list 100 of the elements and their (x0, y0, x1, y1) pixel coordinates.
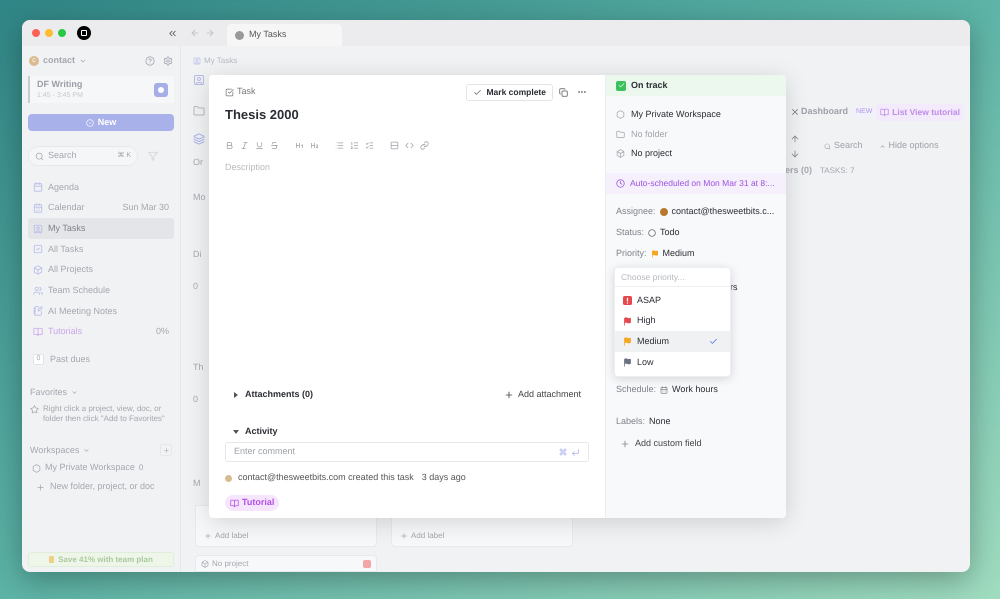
schedule-banner[interactable]: Auto-scheduled on Mon Mar 31 at 8:... (606, 172, 786, 194)
task-title[interactable]: Thesis 2000 (225, 107, 589, 123)
nav-item[interactable]: All Projects (28, 260, 174, 280)
priority-option[interactable]: High (615, 310, 730, 332)
zoom-window-button[interactable] (58, 29, 66, 37)
heading-two-icon[interactable] (310, 141, 319, 150)
close-window-button[interactable] (32, 29, 40, 37)
comment-field[interactable]: Enter comment (225, 442, 589, 462)
enter-icon (571, 448, 580, 456)
italic-icon[interactable] (240, 141, 249, 150)
field-value[interactable]: Todo (660, 226, 680, 240)
add-attachment-button[interactable]: Add attachment (504, 388, 581, 402)
breadcrumb[interactable]: My Tasks (204, 55, 238, 67)
past-dues-link[interactable]: Past dues (50, 352, 90, 366)
field-value[interactable]: Medium (662, 247, 695, 261)
code-icon[interactable] (405, 141, 414, 150)
workspace-count: 0 (138, 462, 144, 474)
arrow-down-icon[interactable] (790, 148, 800, 158)
collapse-sidebar-icon[interactable] (167, 28, 178, 38)
search-button[interactable]: Search (824, 139, 863, 153)
caret-icon[interactable] (233, 392, 239, 398)
comment-input[interactable]: Enter comment (234, 445, 559, 459)
minimize-window-button[interactable] (45, 29, 53, 37)
attachments-heading[interactable]: Attachments (0) (245, 388, 314, 402)
new-button[interactable]: New (28, 114, 174, 131)
filters-button[interactable]: ers (0) (785, 164, 812, 178)
copy-icon[interactable] (559, 88, 568, 96)
link-icon[interactable] (420, 141, 429, 150)
back-icon[interactable] (190, 28, 200, 38)
caret-icon (878, 142, 886, 150)
check-icon (473, 88, 482, 96)
strikethrough-icon[interactable] (270, 141, 279, 150)
status-banner[interactable]: On track (606, 75, 786, 96)
bold-icon[interactable] (225, 141, 234, 150)
task-card[interactable]: No project (195, 555, 377, 572)
settings-icon[interactable] (163, 56, 173, 66)
caret-icon[interactable] (233, 429, 239, 435)
promo-banner[interactable]: Save 41% with team plan (28, 552, 174, 567)
priority-option[interactable]: Low (615, 352, 730, 373)
field-value[interactable]: contact@thesweetbits.c... (672, 205, 774, 219)
priority-option[interactable]: ASAP (615, 290, 730, 311)
section-title[interactable]: Favorites (30, 386, 68, 400)
numbered-list-icon[interactable] (350, 141, 359, 150)
description-field[interactable]: Description (225, 159, 589, 175)
task-type-label: Task (237, 85, 256, 98)
plus-icon (162, 446, 170, 454)
nav-item[interactable]: Tutorials 0% (28, 322, 174, 342)
arrow-up-icon[interactable] (790, 134, 800, 144)
filter-icon[interactable] (148, 151, 158, 161)
field-label: Priority: (616, 247, 647, 260)
help-icon[interactable] (145, 56, 155, 66)
add-field-button[interactable]: Add custom field (606, 434, 786, 454)
close-icon[interactable] (790, 107, 800, 117)
text-fragment: 0 (193, 280, 200, 293)
hide-options-button[interactable]: Hide options (878, 139, 939, 153)
priority-search-field[interactable]: Choose priority... (615, 268, 730, 287)
heading-one-icon[interactable] (295, 141, 304, 150)
text-fragment: M (193, 477, 202, 490)
checklist-icon[interactable] (365, 141, 374, 150)
activity-heading[interactable]: Activity (245, 425, 278, 439)
add-label-button[interactable]: Add label (400, 530, 444, 542)
nav-item[interactable]: Agenda (28, 177, 174, 198)
location-item[interactable]: No folder (606, 124, 786, 144)
nav-item[interactable]: All Tasks (28, 239, 174, 260)
card-project: No project (212, 558, 248, 570)
section-title[interactable]: Workspaces (30, 444, 80, 457)
cube-icon (616, 149, 625, 158)
new-item-link[interactable]: New folder, project, or doc (28, 479, 174, 495)
nav-item[interactable]: AI Meeting Notes (28, 301, 174, 322)
add-label-button[interactable]: Add label (204, 530, 248, 542)
search-icon (824, 142, 831, 150)
nav-item[interactable]: Calendar Sun Mar 30 (28, 198, 174, 218)
nav-item[interactable]: Team Schedule (28, 280, 174, 302)
field-value[interactable]: None (649, 414, 671, 428)
window-tab[interactable]: My Tasks (227, 24, 342, 46)
tab-icon (235, 30, 244, 40)
notebook-icon (33, 306, 43, 316)
favorites-hint: Right click a project, view, doc, or folder then click "Add to Favorites" (43, 404, 166, 424)
account-name[interactable]: contact (43, 54, 76, 68)
forward-icon[interactable] (205, 28, 215, 38)
record-button[interactable] (154, 82, 168, 96)
dot-icon (86, 118, 94, 126)
avatar (225, 474, 232, 482)
nav-item[interactable]: My Tasks (28, 218, 174, 240)
tutorial-tag[interactable]: Tutorial (225, 495, 280, 511)
bullet-list-icon[interactable] (335, 141, 344, 150)
location-item[interactable]: My Private Workspace (606, 105, 786, 124)
underline-icon[interactable] (255, 141, 264, 150)
priority-option[interactable]: Medium (615, 331, 730, 352)
mark-complete-button[interactable]: Mark complete (466, 84, 553, 100)
dashboard-link[interactable]: Dashboard (801, 105, 848, 119)
search-input[interactable]: Search (48, 149, 108, 163)
tutorial-button[interactable]: List View tutorial (876, 104, 964, 120)
block-icon[interactable] (390, 141, 399, 150)
add-button[interactable] (160, 444, 172, 456)
location-item[interactable]: No project (606, 144, 786, 164)
workspace-item[interactable]: My Private Workspace 0 (28, 460, 174, 476)
calendar-icon (660, 386, 668, 394)
field-value[interactable]: Work hours (672, 382, 718, 396)
exclamation-icon (623, 296, 632, 305)
